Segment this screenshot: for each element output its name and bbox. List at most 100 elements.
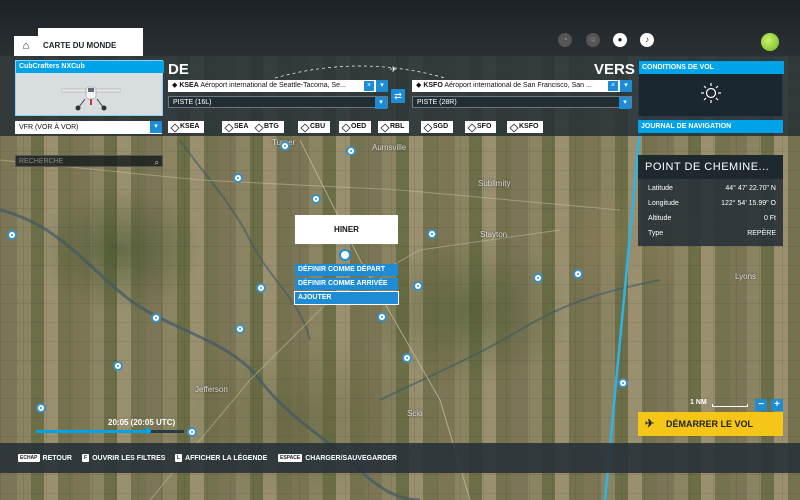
waypoint-marker[interactable] — [235, 324, 245, 334]
arrival-field[interactable]: ◆ KSFO Aéroport international de San Fra… — [412, 80, 632, 92]
clear-arrival-icon[interactable]: × — [608, 81, 618, 91]
info-row-type: Type REPÈRE — [648, 227, 776, 240]
waypoint-marker[interactable] — [36, 403, 46, 413]
info-label: Latitude — [648, 185, 673, 192]
start-flight-button[interactable]: ✈ DÉMARRER LE VOL — [638, 412, 783, 436]
start-flight-label: DÉMARRER LE VOL — [666, 419, 754, 429]
waypoint-marker[interactable] — [151, 313, 161, 323]
waypoint-marker[interactable] — [233, 173, 243, 183]
info-row-altitude: Altitude 0 Ft — [648, 212, 776, 225]
aircraft-image — [61, 86, 121, 111]
search-input[interactable]: RECHERCHE ⌕ — [15, 155, 163, 167]
departure-runway-select[interactable]: PISTE (16L) ▾ — [168, 96, 388, 109]
waypoint-marker[interactable] — [427, 229, 437, 239]
activity-icon[interactable]: ◔ — [558, 33, 572, 47]
chevron-down-icon[interactable]: ▾ — [375, 97, 387, 109]
info-label: Longitude — [648, 200, 679, 207]
departure-field[interactable]: ◆ KSEA Aéroport international de Seattle… — [168, 80, 388, 92]
place-label: Jefferson — [195, 385, 228, 394]
aircraft-name: CubCrafters NXCub — [16, 61, 164, 73]
time-slider[interactable] — [36, 430, 184, 433]
waypoint-chip[interactable]: KSEA — [168, 121, 205, 133]
waypoint-chip[interactable]: CBU — [298, 121, 331, 133]
waypoint-chip[interactable]: SFO — [465, 121, 497, 133]
add-waypoint-button[interactable]: AJOUTER — [294, 291, 399, 305]
nav-type-value: VFR (VOR À VOR) — [19, 124, 79, 131]
time-slider-fill — [36, 430, 149, 433]
waypoint-chip[interactable]: BTG — [252, 121, 284, 133]
route-arc: ✈ — [274, 65, 446, 79]
arrival-runway-select[interactable]: PISTE (28R) ▾ — [412, 96, 632, 109]
sun-icon — [701, 83, 721, 103]
waypoint-marker[interactable] — [256, 283, 266, 293]
map-scale-bar — [712, 404, 748, 407]
info-value: 122° 54' 15.99" O — [721, 200, 776, 207]
waypoint-marker[interactable] — [573, 269, 583, 279]
chevron-down-icon[interactable]: ▾ — [619, 97, 631, 109]
info-row-latitude: Latitude 44° 47' 22.70" N — [648, 182, 776, 195]
departure-name: Aéroport international de Seattle-Tacoma… — [200, 82, 346, 89]
point-info-panel: POINT DE CHEMINE... Latitude 44° 47' 22.… — [638, 155, 783, 246]
waypoint-marker[interactable] — [533, 273, 543, 283]
arrival-name: Aéroport international de San Francisco,… — [444, 82, 592, 89]
waypoint-marker[interactable] — [618, 378, 628, 388]
chevron-down-icon[interactable]: ▾ — [150, 121, 162, 133]
weather-title: CONDITIONS DE VOL — [639, 61, 784, 74]
tab-world-map[interactable]: CARTE DU MONDE — [38, 28, 143, 56]
chevron-down-icon[interactable]: ▾ — [376, 80, 388, 92]
clear-departure-icon[interactable]: × — [364, 81, 374, 91]
place-label: Aumsville — [372, 143, 407, 152]
home-icon[interactable]: ⌂ — [14, 36, 38, 56]
shortcut-back[interactable]: ECHAP RETOUR — [18, 454, 72, 462]
zoom-in-button[interactable]: + — [771, 399, 783, 411]
waypoint-chip[interactable]: SGD — [421, 121, 454, 133]
info-label: Type — [648, 230, 664, 237]
arrival-runway: PISTE (28R) — [417, 99, 457, 106]
waypoint-marker[interactable] — [187, 427, 197, 437]
waypoint-marker[interactable] — [346, 146, 356, 156]
status-icon[interactable] — [761, 33, 779, 51]
place-label: Lyons — [735, 272, 757, 281]
waypoint-marker[interactable] — [280, 141, 290, 151]
search-placeholder: RECHERCHE — [19, 158, 64, 165]
navlog-button[interactable]: JOURNAL DE NAVIGATION — [638, 120, 783, 133]
svg-text:✈: ✈ — [390, 65, 397, 74]
departure-code: KSEA — [179, 82, 199, 89]
nav-type-select[interactable]: VFR (VOR À VOR) ▾ — [15, 121, 162, 134]
waypoint-chip[interactable]: KSFO — [507, 121, 544, 133]
waypoint-marker[interactable] — [413, 281, 423, 291]
to-label: VERS — [594, 61, 635, 78]
waypoint-marker[interactable] — [311, 194, 321, 204]
aircraft-selector[interactable]: CubCrafters NXCub — [15, 60, 164, 116]
arrival-code: KSFO — [423, 82, 443, 89]
waypoint-marker[interactable] — [7, 230, 17, 240]
waypoint-marker[interactable] — [377, 312, 387, 322]
world-map-screen: Turner Aumsville Sublimity Stayton Lyons… — [0, 0, 800, 500]
waypoint-chip[interactable]: OED — [339, 121, 372, 133]
set-departure-button[interactable]: DÉFINIR COMME DÉPART — [295, 264, 398, 276]
takeoff-icon: ✈ — [645, 418, 655, 430]
zoom-out-button[interactable]: − — [755, 399, 767, 411]
shortcut-legend[interactable]: L AFFICHER LA LÉGENDE — [175, 454, 267, 462]
map-scale-label: 1 NM — [690, 399, 707, 406]
waypoint-marker[interactable] — [402, 353, 412, 363]
swap-icon[interactable]: ⇄ — [391, 89, 405, 103]
weather-panel[interactable]: CONDITIONS DE VOL — [638, 60, 784, 117]
friends-icon[interactable]: ☺ — [586, 33, 600, 47]
selected-point-marker[interactable] — [339, 249, 351, 261]
departure-runway: PISTE (16L) — [173, 99, 212, 106]
shortcut-load-save[interactable]: ESPACE CHARGER/SAUVEGARDER — [278, 454, 397, 462]
place-label: Stayton — [480, 230, 508, 239]
waypoint-chip[interactable]: RBL — [378, 121, 410, 133]
chevron-down-icon[interactable]: ▾ — [620, 80, 632, 92]
profile-icon[interactable]: ● — [613, 33, 627, 47]
set-arrival-button[interactable]: DÉFINIR COMME ARRIVÉE — [295, 278, 398, 290]
waypoint-chip[interactable]: SEA — [222, 121, 254, 133]
info-value: REPÈRE — [747, 230, 776, 237]
point-info-title: POINT DE CHEMINE... — [638, 155, 783, 179]
place-label: Scio — [407, 409, 423, 418]
search-icon[interactable]: ⌕ — [155, 157, 159, 168]
waypoint-marker[interactable] — [113, 361, 123, 371]
shortcut-filters[interactable]: F OUVRIR LES FILTRES — [82, 454, 165, 462]
notification-icon[interactable]: ♪ — [640, 33, 654, 47]
